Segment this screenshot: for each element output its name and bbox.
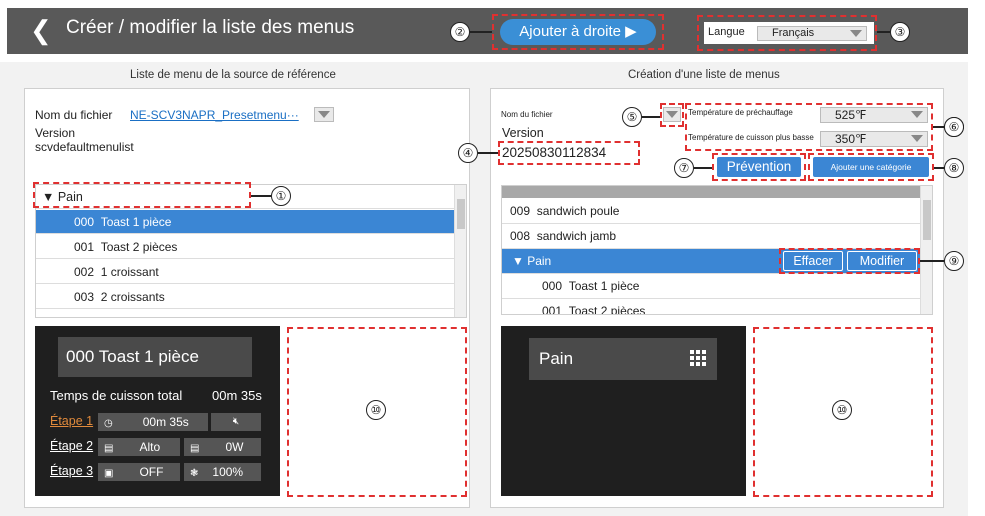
step-3-heat-box: ▣ OFF — [98, 463, 180, 481]
callout-line — [642, 116, 660, 118]
step-3-link[interactable]: Étape 3 — [50, 464, 93, 478]
total-time-value: 00m 35s — [212, 388, 262, 403]
fan-icon: ❃ — [190, 468, 199, 479]
left-list-scrollbar[interactable] — [454, 185, 466, 317]
mute-icon: 🔇︎ — [211, 413, 261, 431]
right-version-label: Version — [502, 126, 544, 140]
callout-line — [251, 195, 271, 197]
left-file-dropdown[interactable] — [314, 107, 334, 122]
callout-number-5: ⑤ — [622, 107, 642, 127]
callout-line — [470, 31, 492, 33]
callout-frame-2 — [492, 14, 664, 50]
right-edge — [968, 0, 985, 516]
list-item[interactable]: 003 2 croissants — [36, 285, 454, 309]
list-item[interactable]: 000 Toast 1 pièce — [502, 274, 920, 299]
step-1-time-box: ◷ 00m 35s — [98, 413, 208, 431]
right-panel-heading: Création d'une liste de menus — [628, 69, 780, 81]
left-version-label: Version — [35, 126, 76, 140]
left-file-name-link[interactable]: NE-SCV3NAPR_Presetmenu··· — [130, 108, 299, 122]
callout-number-10-left: ⑩ — [366, 400, 386, 420]
list-item[interactable]: 009 sandwich poule — [502, 199, 920, 224]
list-item[interactable]: 001 Toast 2 pièces — [36, 235, 454, 259]
callout-line — [877, 31, 890, 33]
callout-number-3: ③ — [890, 22, 910, 42]
page-title: Créer / modifier la liste des menus — [66, 17, 355, 38]
callout-line — [694, 167, 712, 169]
callout-frame-1 — [33, 182, 251, 208]
oven-icon: ▣ — [104, 468, 114, 479]
list-item[interactable]: 000 Toast 1 pièce — [36, 210, 454, 234]
right-file-label: Nom du fichier — [501, 110, 553, 119]
callout-line — [933, 126, 944, 128]
dropdown-arrow-icon — [318, 111, 330, 118]
callout-frame-5 — [660, 103, 684, 127]
list-item[interactable]: 008 sandwich jamb — [502, 224, 920, 249]
step-2-power-box: ▤ 0W — [184, 438, 261, 456]
step-2-fan-box: ▤ Alto — [98, 438, 180, 456]
left-version-value: scvdefaultmenulist — [35, 140, 134, 154]
callout-number-7: ⑦ — [674, 158, 694, 178]
callout-number-9: ⑨ — [944, 251, 964, 271]
step-3-fan-box: ❃ 100% — [184, 463, 261, 481]
back-chevron-icon[interactable]: ❮ — [30, 15, 52, 45]
callout-number-8: ⑧ — [944, 158, 964, 178]
callout-line — [920, 260, 944, 262]
list-header-bar — [502, 186, 920, 198]
clock-icon: ◷ — [104, 418, 113, 429]
callout-line — [934, 167, 944, 169]
callout-frame-8 — [808, 153, 934, 181]
grid-icon — [690, 350, 706, 366]
callout-frame-3 — [697, 15, 877, 51]
total-time-label: Temps de cuisson total — [50, 388, 183, 403]
callout-number-4: ④ — [458, 143, 478, 163]
preview-menu-title: 000 Toast 1 pièce — [58, 337, 252, 377]
scrollbar-thumb[interactable] — [457, 199, 465, 229]
callout-line — [478, 152, 498, 154]
callout-frame-6 — [685, 103, 933, 151]
callout-frame-4 — [498, 141, 640, 165]
microwave-icon: ▤ — [190, 443, 200, 454]
step-1-link[interactable]: Étape 1 — [50, 414, 93, 428]
right-list-scrollbar[interactable] — [920, 186, 932, 314]
callout-number-2: ② — [450, 22, 470, 42]
list-item[interactable]: 002 1 croissant — [36, 260, 454, 284]
preview-category-title: Pain — [529, 338, 717, 380]
list-item[interactable]: 001 Toast 2 pièces — [502, 299, 920, 314]
heater-icon: ▤ — [104, 443, 114, 454]
callout-frame-9 — [779, 248, 920, 274]
callout-number-10-right: ⑩ — [832, 400, 852, 420]
step-2-link[interactable]: Étape 2 — [50, 439, 93, 453]
callout-number-6-top: ⑥ — [944, 117, 964, 137]
callout-number-1: ① — [271, 186, 291, 206]
callout-frame-7 — [712, 153, 806, 181]
left-file-label: Nom du fichier — [35, 108, 113, 122]
left-panel-heading: Liste de menu de la source de référence — [130, 69, 336, 81]
scrollbar-thumb[interactable] — [923, 200, 931, 240]
